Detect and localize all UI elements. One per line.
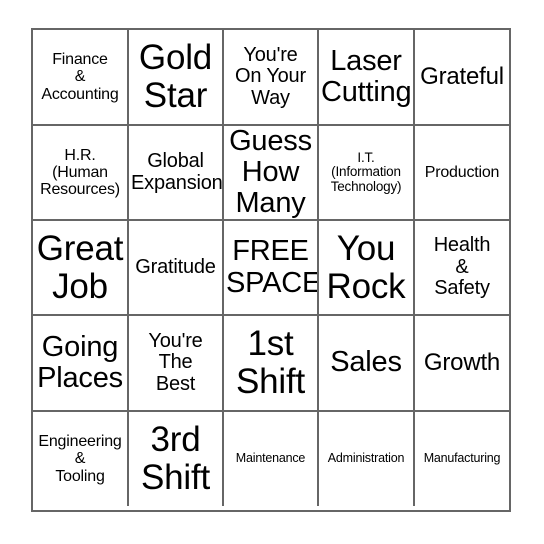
bingo-cell[interactable]: Administration — [319, 412, 415, 506]
bingo-cell-label: You're The Best — [148, 329, 203, 395]
bingo-cell-label: 1st Shift — [235, 324, 306, 401]
bingo-cell-label: Finance & Accounting — [41, 51, 119, 103]
bingo-cell[interactable]: You're On Your Way — [224, 30, 319, 126]
bingo-cell[interactable]: Laser Cutting — [319, 30, 415, 126]
bingo-cell[interactable]: Grateful — [415, 30, 509, 126]
bingo-cell-label: Gratitude — [135, 255, 216, 278]
bingo-cell-label: Gold Star — [138, 38, 213, 115]
bingo-cell-label: Great Job — [36, 228, 124, 306]
bingo-cell[interactable]: Sales — [319, 316, 415, 412]
bingo-cell-label: 3rd Shift — [140, 420, 211, 497]
bingo-cell-label: Sales — [330, 346, 402, 379]
bingo-cell[interactable]: Gratitude — [129, 221, 224, 316]
bingo-cell[interactable]: I.T. (Information Technology) — [319, 126, 415, 221]
bingo-cell[interactable]: Great Job — [33, 221, 129, 316]
bingo-cell-label: Laser Cutting — [321, 44, 412, 108]
bingo-cell[interactable]: 3rd Shift — [129, 412, 224, 506]
bingo-cell-label: Manufacturing — [423, 451, 501, 466]
bingo-cell-label: Engineering & Tooling — [38, 433, 122, 485]
bingo-cell-label: FREE SPACE — [226, 235, 319, 299]
bingo-card-grid: Finance & Accounting Gold Star You're On Y… — [31, 28, 511, 512]
bingo-cell-label: Health & Safety — [433, 234, 491, 300]
bingo-cell[interactable]: Going Places — [33, 316, 129, 412]
bingo-cell[interactable]: Manufacturing — [415, 412, 509, 506]
bingo-cell[interactable]: FREE SPACE — [224, 221, 319, 316]
bingo-cell-label: You're On Your Way — [235, 43, 306, 109]
bingo-cell-label: Growth — [423, 349, 501, 377]
bingo-cell-label: Grateful — [420, 63, 504, 91]
bingo-cell-label: I.T. (Information Technology) — [330, 149, 402, 194]
bingo-cell[interactable]: You're The Best — [129, 316, 224, 412]
bingo-cell-label: Global Expansion — [131, 149, 223, 194]
bingo-cell-label: Going Places — [37, 330, 123, 394]
bingo-cell[interactable]: Engineering & Tooling — [33, 412, 129, 506]
bingo-cell[interactable]: Guess How Many — [224, 126, 319, 221]
bingo-cell[interactable]: Finance & Accounting — [33, 30, 129, 126]
bingo-cell-label: H.R. (Human Resources) — [40, 146, 120, 199]
bingo-cell-label: Maintenance — [235, 451, 306, 466]
bingo-cell-label: Administration — [327, 451, 405, 466]
bingo-cell[interactable]: Gold Star — [129, 30, 224, 126]
bingo-cell[interactable]: Global Expansion — [129, 126, 224, 221]
bingo-cell-label: Production — [424, 163, 500, 181]
bingo-cell[interactable]: H.R. (Human Resources) — [33, 126, 129, 221]
bingo-cell[interactable]: Maintenance — [224, 412, 319, 506]
bingo-cell-label: You Rock — [326, 228, 406, 306]
bingo-cell[interactable]: You Rock — [319, 221, 415, 316]
bingo-cell[interactable]: Production — [415, 126, 509, 221]
bingo-cell[interactable]: 1st Shift — [224, 316, 319, 412]
bingo-cell-label: Guess How Many — [229, 126, 312, 220]
bingo-cell[interactable]: Growth — [415, 316, 509, 412]
bingo-cell[interactable]: Health & Safety — [415, 221, 509, 316]
